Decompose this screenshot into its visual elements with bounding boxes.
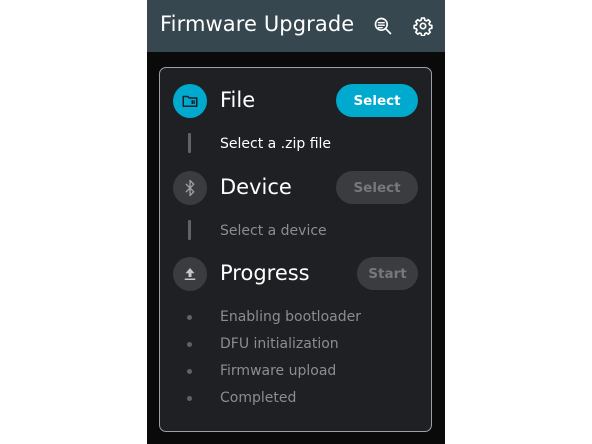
device-status-text: Select a device xyxy=(220,223,327,239)
step-connector xyxy=(188,133,191,153)
stage-bullet xyxy=(187,396,192,401)
file-status-text: Select a .zip file xyxy=(220,136,332,152)
folder-icon xyxy=(173,84,207,118)
upgrade-card: File Select Select a .zip file Device Se… xyxy=(159,67,432,432)
search-logs-icon[interactable] xyxy=(373,16,393,36)
gear-icon[interactable] xyxy=(413,16,433,36)
stage-dfu-initialization: DFU initialization xyxy=(220,336,339,352)
app-screen: Firmware Upgrade File Select Select a .z… xyxy=(147,0,445,444)
app-bar: Firmware Upgrade xyxy=(147,0,445,52)
select-file-button[interactable]: Select xyxy=(336,84,418,117)
app-title: Firmware Upgrade xyxy=(160,12,355,36)
bluetooth-icon xyxy=(173,171,207,205)
stage-bullet xyxy=(187,369,192,374)
step-connector xyxy=(188,220,191,240)
upload-icon xyxy=(173,257,207,291)
stage-bullet xyxy=(187,342,192,347)
stage-firmware-upload: Firmware upload xyxy=(220,363,337,379)
start-button[interactable]: Start xyxy=(357,257,418,290)
step-title-device: Device xyxy=(220,175,292,199)
stage-completed: Completed xyxy=(220,390,297,406)
stage-enabling-bootloader: Enabling bootloader xyxy=(220,309,361,325)
stage-bullet xyxy=(187,315,192,320)
select-device-button[interactable]: Select xyxy=(336,171,418,204)
step-title-progress: Progress xyxy=(220,261,310,285)
step-title-file: File xyxy=(220,88,256,112)
